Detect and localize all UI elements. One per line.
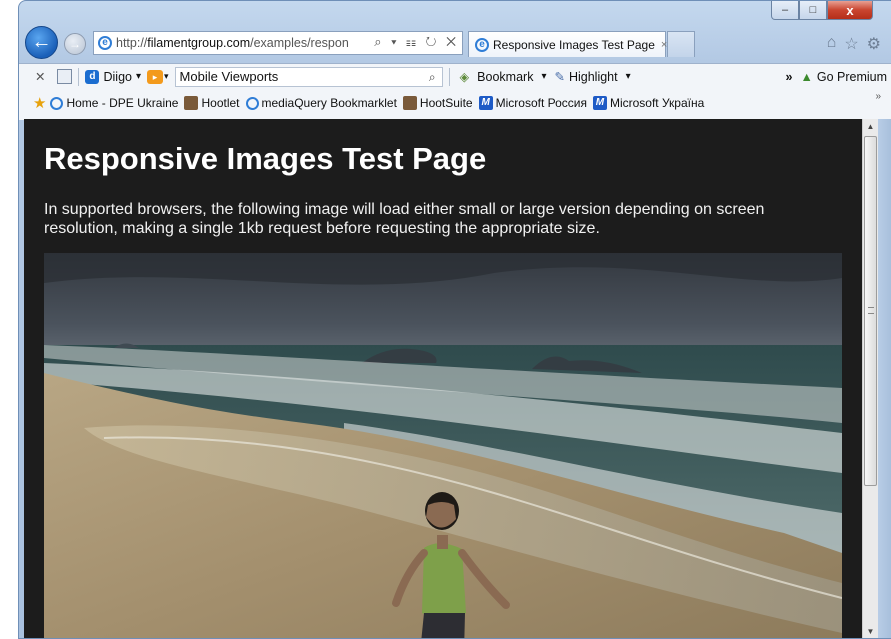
hootsuite-favicon-icon [402,96,417,110]
favorites-star-icon[interactable]: ☆ [844,34,858,54]
tools-gear-icon[interactable]: ⚙ [867,34,881,54]
scroll-down-button[interactable]: ▼ [863,624,878,638]
toolbar-separator [448,67,450,86]
diigo-dropdown-icon[interactable]: ▾ [136,71,141,82]
close-button[interactable]: x [827,1,873,20]
favorites-add-icon[interactable]: ★ [33,94,46,112]
toolbar-more-icon[interactable]: » [786,70,793,84]
search-icon[interactable]: ⌕ [429,70,436,85]
toolbar-separator [78,67,80,86]
toolbar-options-icon[interactable] [57,69,73,84]
url-domain: filamentgroup.com [147,36,251,50]
ie-tab-icon: e [475,37,489,52]
window-frame-edge [878,119,891,638]
favorite-label: HootSuite [419,96,473,110]
scroll-grip-icon [868,307,874,314]
toolbar-search-input[interactable]: Mobile Viewports ⌕ [174,66,443,87]
address-bar-icons[interactable]: ⌕ ▾ ☷ ↻ ✕ [370,34,459,50]
search-engine-icon[interactable]: ▸ [147,69,164,84]
url-path: /examples/respon [250,36,349,50]
page-title: Responsive Images Test Page [44,141,487,176]
home-icon[interactable]: ⌂ [827,34,837,54]
favorite-label: Microsoft Україна [609,96,705,110]
maximize-button[interactable]: □ [799,1,827,20]
back-button[interactable]: ← [25,26,58,59]
bookmark-dropdown-icon[interactable]: ▾ [541,71,546,82]
scroll-up-button[interactable]: ▲ [863,119,878,135]
tab-responsive-images[interactable]: e Responsive Images Test Page × [468,31,667,57]
vertical-scrollbar[interactable]: ▲ ▼ [862,119,878,638]
ie-favicon-icon [50,96,64,110]
forward-arrow-icon: → [69,37,81,51]
diigo-menu-button[interactable]: Diigo [103,70,132,84]
favorites-more-icon[interactable]: » [875,91,881,102]
ie-page-icon: e [98,36,112,50]
page-content: Responsive Images Test Page In supported… [24,119,862,638]
scroll-thumb[interactable] [864,136,877,486]
favorites-bar: ★ Home - DPE Ukraine Hootlet mediaQuery … [19,91,891,115]
caption-buttons: – □ x [771,1,873,20]
go-premium-button[interactable]: Go Premium [817,70,887,84]
favorite-label: mediaQuery Bookmarklet [261,96,397,110]
search-input-value: Mobile Viewports [179,69,279,84]
browser-window: – □ x ← → e http://filamentgroup.com/exa… [18,0,891,639]
minimize-button[interactable]: – [771,1,799,20]
diigo-logo-icon: d [85,69,100,84]
favorite-item-microsoft-ukraine[interactable]: M Microsoft Україна [592,96,705,110]
premium-icon: ▲ [800,69,813,84]
ie-favicon-icon [245,96,259,110]
favorite-item-hootlet[interactable]: Hootlet [184,96,240,110]
url-prefix: http:// [116,36,148,50]
favorite-label: Hootlet [201,96,240,110]
search-engine-dropdown-icon[interactable]: ▾ [164,71,169,82]
favorite-label: Microsoft Россия [495,96,587,110]
favorite-item-microsoft-russia[interactable]: M Microsoft Россия [478,96,587,110]
hootlet-favicon-icon [184,96,199,110]
browser-right-icons: ⌂ ☆ ⚙ [827,34,881,54]
page-description: In supported browsers, the following ima… [44,201,765,237]
favorite-item-home-dpe[interactable]: Home - DPE Ukraine [50,96,178,110]
diigo-toolbar: ✕ d Diigo ▾ ▸ ▾ Mobile Viewports ⌕ ◈ Boo… [19,64,891,89]
forward-button[interactable]: → [64,33,86,55]
bookmark-icon: ◈ [459,70,470,84]
highlight-icon: ✎ [554,70,565,84]
back-arrow-icon: ← [31,31,52,53]
highlight-button[interactable]: Highlight [569,70,618,84]
bookmark-button[interactable]: Bookmark [477,70,533,84]
toolbars-area: ✕ d Diigo ▾ ▸ ▾ Mobile Viewports ⌕ ◈ Boo… [19,63,891,120]
beach-photo [44,253,842,638]
favorite-item-hootsuite[interactable]: HootSuite [402,96,473,110]
favorite-label: Home - DPE Ukraine [66,96,179,110]
new-tab-button[interactable] [667,31,695,57]
microsoft-favicon-icon: M [478,96,493,110]
navigation-bar: ← → e http://filamentgroup.com/examples/… [19,25,891,63]
stop-icon[interactable]: ✕ [35,69,45,84]
highlight-dropdown-icon[interactable]: ▾ [626,71,631,82]
address-bar[interactable]: e http://filamentgroup.com/examples/resp… [93,31,463,55]
tab-title: Responsive Images Test Page [493,37,655,52]
microsoft-favicon-icon: M [592,96,607,110]
favorite-item-mediaquery[interactable]: mediaQuery Bookmarklet [245,96,397,110]
